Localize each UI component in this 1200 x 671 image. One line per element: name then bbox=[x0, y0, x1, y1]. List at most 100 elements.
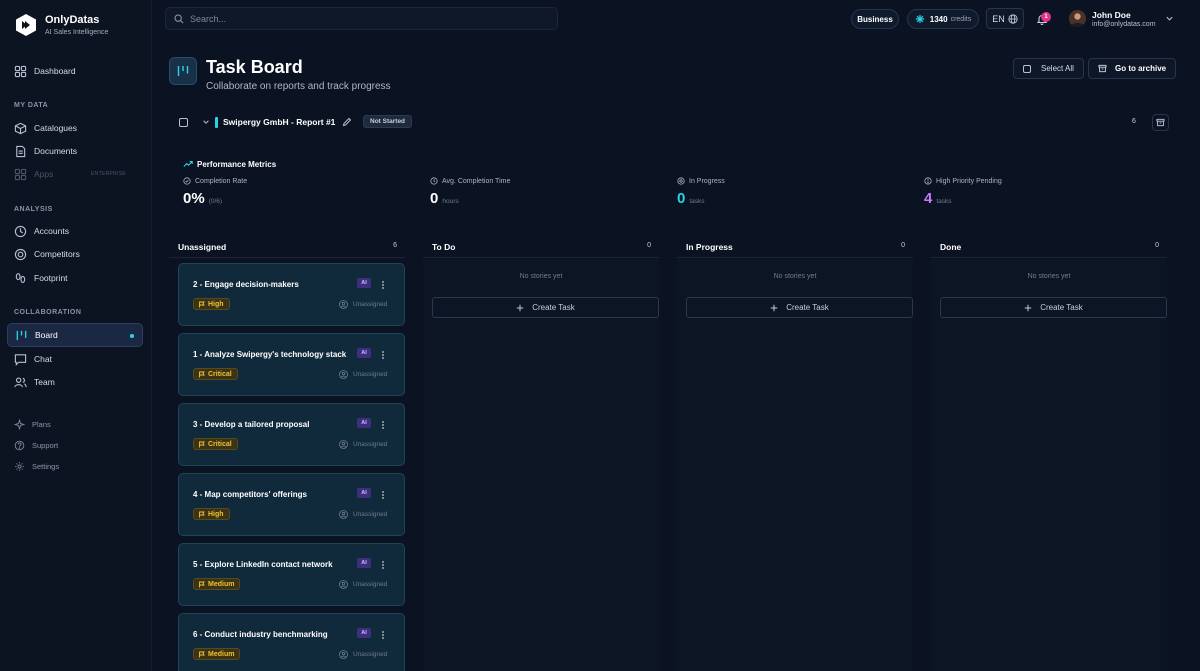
sidebar-item-dashboard[interactable]: Dashboard bbox=[7, 60, 143, 82]
task-card[interactable]: 1 - Analyze Swipergy's technology stack A… bbox=[178, 333, 405, 396]
credits-badge[interactable]: 1340 credits bbox=[907, 9, 979, 29]
sidebar-item-footprint[interactable]: Footprint bbox=[7, 267, 143, 289]
alert-circle-icon bbox=[924, 177, 932, 185]
assignee[interactable]: Unassigned bbox=[339, 510, 387, 519]
language-code: EN bbox=[992, 13, 1005, 24]
sidebar: OnlyDatas AI Sales Intelligence Dashboar… bbox=[0, 0, 152, 671]
more-vertical-icon[interactable] bbox=[379, 630, 387, 640]
column-unassigned: Unassigned 6 2 - Engage decision-makers A… bbox=[169, 234, 405, 671]
sidebar-item-competitors[interactable]: Competitors bbox=[7, 243, 143, 265]
metric-unit: hours bbox=[442, 198, 459, 205]
priority-badge: High bbox=[193, 298, 230, 310]
plus-icon bbox=[771, 304, 778, 311]
column-body: No stories yet Create Task bbox=[931, 259, 1167, 671]
sidebar-item-apps: Apps ENTERPRISE bbox=[7, 163, 143, 185]
document-icon bbox=[16, 145, 26, 157]
more-vertical-icon[interactable] bbox=[379, 420, 387, 430]
report-checkbox[interactable] bbox=[179, 118, 188, 127]
priority-label: Critical bbox=[208, 370, 232, 378]
assignee[interactable]: Unassigned bbox=[339, 370, 387, 379]
metric-label: In Progress bbox=[689, 177, 725, 185]
task-card[interactable]: 2 - Engage decision-makers AI High Unassign… bbox=[178, 263, 405, 326]
search-icon bbox=[174, 13, 184, 24]
assignee[interactable]: Unassigned bbox=[339, 440, 387, 449]
archive-label: Go to archive bbox=[1115, 64, 1167, 73]
column-count: 0 bbox=[901, 242, 905, 249]
more-vertical-icon[interactable] bbox=[379, 280, 387, 290]
metric-unit: tasks bbox=[689, 198, 705, 205]
pencil-icon[interactable] bbox=[342, 117, 352, 127]
assignee-label: Unassigned bbox=[353, 301, 388, 308]
plan-badge[interactable]: Business bbox=[851, 9, 899, 29]
flag-icon bbox=[199, 651, 205, 657]
flag-icon bbox=[199, 581, 205, 587]
language-selector[interactable]: EN bbox=[986, 8, 1024, 29]
sidebar-item-board[interactable]: Board bbox=[7, 323, 143, 347]
search-input[interactable] bbox=[190, 13, 540, 24]
task-card[interactable]: 6 - Conduct industry benchmarking AI Mediu… bbox=[178, 613, 405, 671]
avatar[interactable] bbox=[1069, 10, 1086, 27]
sidebar-item-support[interactable]: Support bbox=[7, 434, 143, 456]
metric-in-progress: In Progress 0 tasks bbox=[677, 177, 725, 207]
flag-icon bbox=[199, 511, 205, 517]
select-all-label: Select All bbox=[1041, 64, 1074, 73]
sidebar-item-plans[interactable]: Plans bbox=[7, 413, 143, 435]
board-icon bbox=[177, 66, 189, 76]
column-count: 6 bbox=[393, 242, 397, 249]
sidebar-item-documents[interactable]: Documents bbox=[7, 140, 143, 162]
search-bar[interactable] bbox=[165, 7, 558, 30]
sidebar-item-accounts[interactable]: Accounts bbox=[7, 220, 143, 242]
user-name[interactable]: John Doe bbox=[1092, 10, 1131, 20]
assignee[interactable]: Unassigned bbox=[339, 650, 387, 659]
assignee-label: Unassigned bbox=[353, 511, 388, 518]
metric-avg-completion-time: Avg. Completion Time 0 hours bbox=[430, 177, 510, 207]
more-vertical-icon[interactable] bbox=[379, 490, 387, 500]
sidebar-item-chat[interactable]: Chat bbox=[7, 348, 143, 370]
task-card[interactable]: 3 - Develop a tailored proposal AI Critica… bbox=[178, 403, 405, 466]
progress-icon bbox=[677, 177, 685, 185]
column-todo: To Do 0 No stories yet Create Task bbox=[423, 234, 659, 671]
sidebar-item-label: Competitors bbox=[34, 249, 80, 259]
user-icon bbox=[339, 580, 348, 589]
create-task-label: Create Task bbox=[532, 303, 575, 312]
report-name[interactable]: Swipergy GmbH - Report #1 bbox=[223, 117, 335, 127]
column-body: No stories yet Create Task bbox=[423, 259, 659, 671]
flag-icon bbox=[199, 301, 205, 307]
user-icon bbox=[339, 300, 348, 309]
sidebar-item-team[interactable]: Team bbox=[7, 371, 143, 393]
create-task-button[interactable]: Create Task bbox=[940, 297, 1167, 318]
select-all-button[interactable]: Select All bbox=[1013, 58, 1084, 79]
sidebar-item-settings[interactable]: Settings bbox=[7, 455, 143, 477]
section-label-my-data: MY DATA bbox=[14, 102, 49, 109]
clock-icon bbox=[430, 177, 438, 185]
report-task-count: 6 bbox=[1132, 118, 1136, 125]
task-card[interactable]: 5 - Explore LinkedIn contact network AI Me… bbox=[178, 543, 405, 606]
sidebar-item-catalogues[interactable]: Catalogues bbox=[7, 117, 143, 139]
archive-button[interactable]: Go to archive bbox=[1088, 58, 1177, 79]
spark-icon bbox=[915, 14, 924, 24]
archive-icon bbox=[1156, 118, 1165, 127]
target-icon bbox=[14, 248, 27, 260]
assignee[interactable]: Unassigned bbox=[339, 300, 387, 309]
create-task-button[interactable]: Create Task bbox=[432, 297, 659, 318]
chevron-down-icon[interactable] bbox=[1165, 14, 1174, 23]
more-vertical-icon[interactable] bbox=[379, 350, 387, 360]
plus-icon bbox=[1025, 304, 1032, 311]
empty-state: No stories yet bbox=[519, 273, 563, 280]
more-vertical-icon[interactable] bbox=[379, 560, 387, 570]
column-done: Done 0 No stories yet Create Task bbox=[931, 234, 1167, 671]
brand-name: OnlyDatas bbox=[45, 14, 100, 26]
create-task-button[interactable]: Create Task bbox=[686, 297, 913, 318]
brand[interactable]: OnlyDatas AI Sales Intelligence bbox=[14, 13, 108, 37]
assignee[interactable]: Unassigned bbox=[339, 580, 387, 589]
archive-icon bbox=[1098, 64, 1107, 73]
priority-label: High bbox=[208, 510, 224, 518]
chevron-down-icon[interactable] bbox=[202, 118, 210, 126]
priority-badge: High bbox=[193, 508, 230, 520]
metric-value: 0 bbox=[677, 190, 686, 207]
report-archive-button[interactable] bbox=[1152, 114, 1169, 131]
page-subtitle: Collaborate on reports and track progres… bbox=[206, 81, 391, 92]
task-card[interactable]: 4 - Map competitors' offerings AI High Unas… bbox=[178, 473, 405, 536]
task-title: 3 - Develop a tailored proposal bbox=[193, 420, 310, 429]
footprint-icon bbox=[15, 272, 26, 283]
